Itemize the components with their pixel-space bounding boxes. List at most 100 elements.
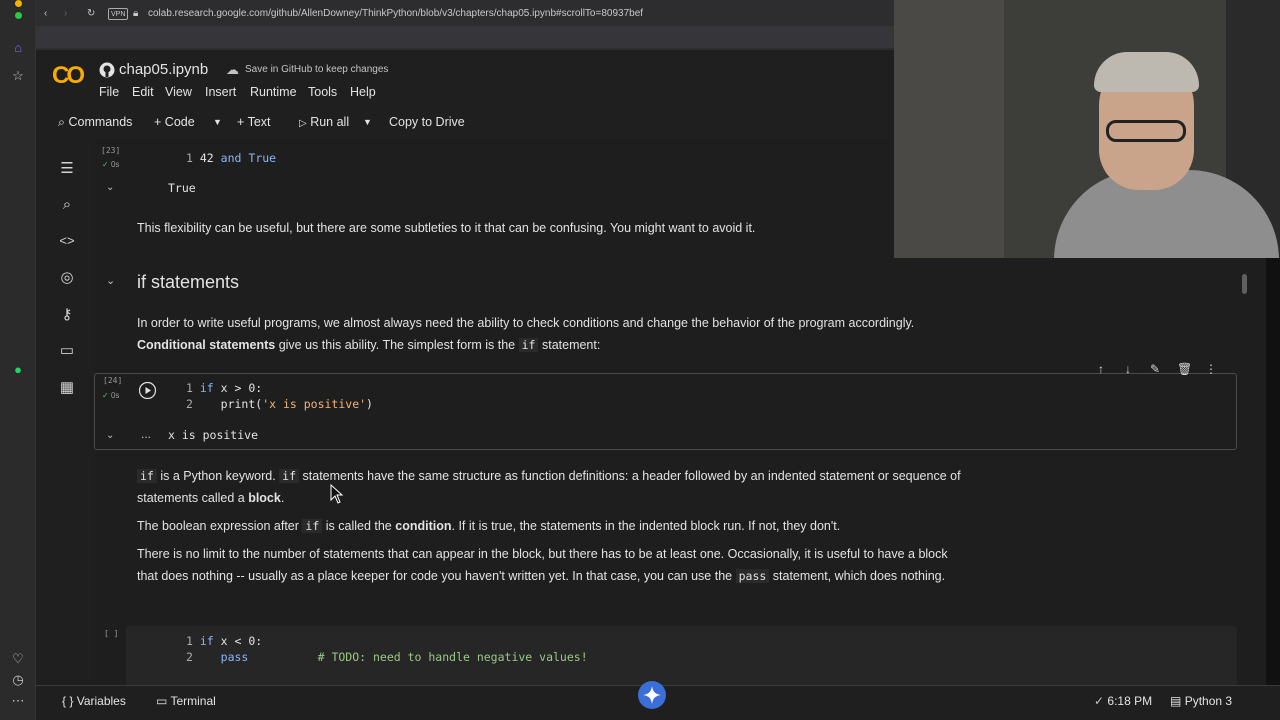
bookmarks-bar [36,26,894,48]
text-span: give us this ability. The simplest form … [278,337,516,352]
runtime-icon: ▤ [1170,694,1182,708]
exec-time: ✓ 0s [102,160,119,169]
line-number: 1 [186,634,193,648]
menu-file[interactable]: File [99,84,119,100]
menu-edit[interactable]: Edit [132,84,154,100]
os-sidebar: ⌂ ☆ ● ♡ ◷ ⋯ [0,0,36,720]
collapse-output-icon[interactable]: ⌄ [106,430,114,441]
reload-icon[interactable]: ↻ [87,2,95,26]
key-icon[interactable]: ⚷ [58,306,76,324]
delete-icon[interactable]: 🗑︎ [1177,362,1192,376]
url-text[interactable]: colab.research.google.com/github/AllenDo… [148,2,643,26]
address-bar[interactable]: ‹ › ↻ VPN 🔒︎ colab.research.google.com/g… [36,2,894,26]
collapse-section-icon[interactable]: ⌄ [106,274,115,287]
menu-view[interactable]: View [165,84,192,100]
code-text: x < 0: [220,634,263,648]
bold-text: Conditional statements [137,337,276,352]
text-span: statement, which does nothing. [772,568,946,583]
lock-icon: 🔒︎ [133,8,139,19]
line-number: 2 [186,650,193,664]
code-line[interactable]: 2 pass # TODO: need to handle negative v… [186,650,588,664]
webcam-background [894,0,1004,258]
notebook-name[interactable]: chap05.ipynb [119,61,208,79]
runtime-status[interactable]: ▤ Python 3 [1170,694,1232,708]
heart-icon[interactable]: ♡ [10,651,26,667]
edit-icon[interactable]: ✎ [1150,362,1160,376]
vpn-badge[interactable]: VPN [108,8,129,20]
section-heading: if statements [137,272,240,292]
save-notice[interactable]: Save in GitHub to keep changes [245,63,388,77]
table-icon[interactable]: ▦ [58,379,76,397]
star-icon[interactable]: ☆ [10,68,26,84]
check-icon: ✓ [102,160,109,169]
mouse-cursor-icon [330,484,344,504]
plus-icon: + [154,115,162,129]
exec-count: [23] [101,146,121,155]
menu-help[interactable]: Help [350,84,376,100]
run-dropdown-icon[interactable]: ▼ [363,113,372,131]
variables-icon[interactable]: ◎ [58,269,76,287]
text-span: The boolean expression after [137,519,299,533]
output-menu[interactable]: ... [141,427,151,441]
run-cell-icon[interactable] [139,382,156,399]
inline-code: if [518,337,539,352]
code-line[interactable]: 1 42 and True [186,151,276,165]
more-options-icon[interactable]: ⋮ [1205,362,1217,376]
check-icon: ✓ [102,391,109,400]
left-rail: ☰ ⌕ <> ◎ ⚷ ▭ ▦ [36,140,94,685]
more-icon[interactable]: ⋯ [10,693,26,709]
move-down-icon[interactable]: ↓ [1125,362,1131,376]
scrollbar-thumb[interactable] [1242,274,1247,294]
plus-icon: + [237,115,245,129]
window-minimize-dot[interactable] [15,0,22,7]
home-icon[interactable]: ⌂ [10,40,26,56]
window-zoom-dot[interactable] [15,12,22,19]
inline-code: if [137,469,157,483]
code-keyword: if [199,381,214,395]
markdown-text: There is no limit to the number of state… [137,544,957,587]
terminal-button[interactable]: ▭ Terminal [156,694,216,708]
spotify-icon[interactable]: ● [10,362,26,378]
commands-button[interactable]: ⌕ Commands [58,113,132,131]
code-line[interactable]: 1 if x > 0: [186,381,262,395]
add-text-button[interactable]: + Text [237,113,271,131]
execution-time: 6:18 PM [1107,694,1153,708]
text-span: is called the [325,519,392,533]
exec-time: ✓ 0s [102,391,119,400]
collapse-output-icon[interactable]: ⌄ [106,182,114,193]
cloud-off-icon: ☁ [226,62,239,77]
toc-icon[interactable]: ☰ [58,160,76,178]
forward-icon[interactable]: › [64,2,67,26]
exec-count: [ ] [104,629,119,638]
copy-to-drive-button[interactable]: Copy to Drive [389,113,465,131]
text-label: Text [247,115,271,129]
code-line[interactable]: 2 print('x is positive') [186,397,373,411]
code-line[interactable]: 1 if x < 0: [186,634,262,648]
right-edge [1266,258,1280,720]
add-code-button[interactable]: + Code [154,113,195,131]
find-icon[interactable]: ⌕ [58,196,76,214]
text-span: In order to write useful programs, we al… [137,316,915,330]
run-all-label: Run all [310,115,350,129]
code-cell[interactable] [94,373,1237,450]
code-keyword: if [199,634,214,648]
code-text: x > 0: [220,381,263,395]
menu-runtime[interactable]: Runtime [250,84,297,100]
markdown-text: In order to write useful programs, we al… [137,313,937,356]
code-dropdown-icon[interactable]: ▼ [213,113,222,131]
folder-icon[interactable]: ▭ [58,342,76,360]
time-label: 0s [110,391,120,400]
text-span: statement: [541,337,601,352]
menu-insert[interactable]: Insert [205,84,236,100]
variables-button[interactable]: { } Variables [62,694,126,708]
code-snippets-icon[interactable]: <> [58,232,76,250]
bold-text: block [248,490,281,505]
gemini-icon[interactable] [637,680,667,710]
colab-logo[interactable]: CO [52,62,86,90]
back-icon[interactable]: ‹ [44,2,47,26]
run-all-button[interactable]: ▷ Run all [299,113,349,131]
history-icon[interactable]: ◷ [10,672,26,688]
menu-tools[interactable]: Tools [308,84,337,100]
move-up-icon[interactable]: ↑ [1098,362,1104,376]
text-span: . [280,490,285,505]
